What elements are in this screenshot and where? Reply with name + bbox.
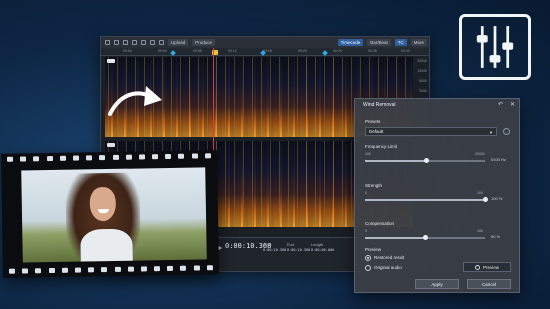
apply-button[interactable]: Apply [415, 279, 459, 289]
strength-min: 0 [365, 191, 367, 195]
compensation-label: Compensation [365, 221, 395, 226]
toolbar: Upload Produce Timecode Bar/Beat TC More [101, 37, 429, 48]
ruler-tick: 00:32 [401, 49, 410, 53]
cut-icon[interactable] [132, 40, 137, 45]
reset-icon[interactable] [503, 128, 510, 135]
end-label: End [287, 242, 295, 247]
frequency-label: Frequency Limit [365, 144, 398, 149]
mixer-sliders-icon [459, 14, 531, 80]
more-button[interactable]: More [410, 39, 427, 46]
length-value[interactable]: 0:00:00.000 [311, 248, 334, 252]
film-perforations [8, 265, 213, 275]
wind-removal-dialog: Wind Removal ↶ ✕ Presets Default ▼ Frequ… [354, 98, 520, 293]
slider-knob[interactable] [424, 158, 430, 163]
frequency-readout: 5100 Hz [491, 157, 506, 162]
ruler-tick: 00:08 [193, 49, 202, 53]
ruler-tick: 00:00 [123, 49, 132, 53]
frequency-max: 20000 [475, 152, 485, 156]
dialog-title: Wind Removal [363, 102, 396, 108]
chevron-down-icon: ▼ [489, 130, 493, 135]
end-value[interactable]: 0:00:10.368 [287, 248, 310, 252]
time-ruler[interactable]: 00:00 00:04 00:08 00:12 00:16 00:20 00:2… [101, 48, 429, 56]
ruler-tick: 00:20 [298, 49, 307, 53]
original-audio-radio[interactable] [365, 265, 371, 271]
compensation-max: 100 [477, 229, 483, 233]
cue-marker[interactable] [322, 50, 328, 56]
open-icon[interactable] [114, 40, 119, 45]
scale-label: 10000 [417, 69, 427, 73]
presets-dropdown[interactable]: Default ▼ [365, 127, 497, 136]
preview-label: Preview [365, 247, 382, 252]
ruler-tick: 00:24 [333, 49, 342, 53]
compensation-readout: 50 % [491, 234, 501, 239]
bar-beat-button[interactable]: Bar/Beat [367, 39, 391, 46]
preview-button[interactable]: Preview [463, 262, 511, 272]
compensation-min: 0 [365, 229, 367, 233]
film-perforations [6, 153, 211, 163]
preview-button-label: Preview [482, 264, 499, 270]
arrow-icon [108, 86, 162, 116]
start-label: Start [263, 242, 272, 247]
strength-readout: 100 % [491, 196, 503, 201]
slider-knob[interactable] [423, 235, 428, 240]
undo-icon[interactable]: ↶ [498, 101, 503, 108]
video-thumbnail [21, 167, 207, 263]
undo-icon[interactable] [159, 40, 164, 45]
compensation-slider[interactable] [365, 235, 485, 240]
film-strip [0, 150, 220, 278]
length-label: Length [311, 242, 324, 247]
close-icon[interactable]: ✕ [510, 101, 515, 108]
copy-icon[interactable] [141, 40, 146, 45]
cue-marker[interactable] [170, 50, 176, 56]
timecode-button[interactable]: Timecode [337, 39, 364, 46]
strength-slider[interactable] [365, 197, 488, 202]
save-icon[interactable] [123, 40, 128, 45]
paste-icon[interactable] [150, 40, 155, 45]
frequency-slider[interactable] [365, 158, 485, 163]
restored-result-radio[interactable] [365, 255, 371, 261]
upload-button[interactable]: Upload [168, 39, 189, 46]
cancel-button[interactable]: Cancel [467, 279, 511, 289]
play-icon [474, 264, 480, 270]
frequency-min: 100 [365, 152, 371, 156]
new-icon[interactable] [105, 40, 110, 45]
strength-max: 100 [477, 191, 483, 195]
strength-label: Strength [365, 183, 383, 188]
ruler-tick: 00:12 [228, 49, 237, 53]
channel-badge [107, 59, 115, 63]
scale-label: 5000 [419, 79, 427, 83]
ruler-tick: 00:28 [368, 49, 377, 53]
produce-button[interactable]: Produce [192, 39, 216, 46]
scale-label: 20000 [417, 59, 427, 63]
original-audio-label: Original audio [374, 265, 402, 270]
presets-label: Presets [365, 119, 381, 124]
restored-result-label: Restored result [374, 255, 405, 260]
tc-button[interactable]: TC [394, 39, 407, 46]
slider-knob[interactable] [483, 197, 488, 202]
preset-value: Default [369, 129, 384, 134]
ruler-tick: 00:04 [158, 49, 167, 53]
scale-label: 2000 [419, 89, 427, 93]
start-value[interactable]: 0:00:10.368 [263, 248, 286, 252]
channel-badge [107, 143, 115, 147]
